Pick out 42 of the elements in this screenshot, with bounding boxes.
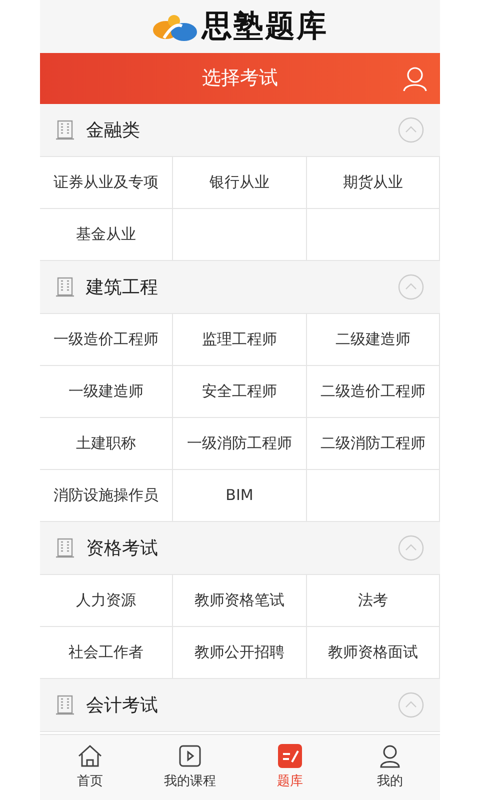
nav-tab[interactable]: 首页 [40,735,140,800]
section-title: 会计考试 [86,694,158,718]
exam-item[interactable]: 法考 [306,575,440,627]
logo-text: 思塾题库 [202,8,328,46]
section-header[interactable]: 金融类 [40,104,440,157]
nav-tab[interactable]: 我的 [340,735,440,800]
building-icon [56,695,74,715]
building-icon [56,538,74,558]
nav-tab[interactable]: 题库 [240,735,340,800]
exam-item[interactable]: 人力资源 [40,575,174,627]
exam-item[interactable]: 一级造价工程师 [40,314,174,366]
page-title: 选择考试 [202,66,278,92]
section-header[interactable]: 建筑工程 [40,261,440,314]
exam-item[interactable]: 安全工程师 [173,366,307,418]
exam-item[interactable]: 土建职称 [40,418,174,470]
chevron-up-icon[interactable] [398,692,424,718]
section-title: 资格考试 [86,536,158,560]
chevron-up-icon[interactable] [398,274,424,300]
home-icon [77,744,103,768]
section-title: 建筑工程 [86,276,158,300]
section-header[interactable]: 会计考试 [40,679,440,732]
exam-item[interactable]: 一级建造师 [40,366,174,418]
nav-tab[interactable]: 我的课程 [140,735,240,800]
chevron-up-icon[interactable] [398,535,424,561]
exam-item[interactable]: 教师资格笔试 [173,575,307,627]
exam-item[interactable]: 二级消防工程师 [306,418,440,470]
exam-item[interactable]: 一级消防工程师 [173,418,307,470]
exam-item[interactable]: 二级造价工程师 [306,366,440,418]
exam-item[interactable]: 证券从业及专项 [40,157,174,209]
user-icon [378,744,402,768]
exam-item[interactable]: 监理工程师 [173,314,307,366]
edit-icon [278,744,302,768]
play-square-icon [178,744,202,768]
exam-item[interactable]: 期货从业 [306,157,440,209]
section-title: 金融类 [86,118,140,142]
exam-item[interactable]: 银行从业 [173,157,307,209]
exam-item[interactable]: 二级建造师 [306,314,440,366]
chevron-up-icon[interactable] [398,117,424,143]
user-icon[interactable] [402,66,428,92]
building-icon [56,120,74,140]
section-header[interactable]: 资格考试 [40,522,440,575]
building-icon [56,277,74,297]
